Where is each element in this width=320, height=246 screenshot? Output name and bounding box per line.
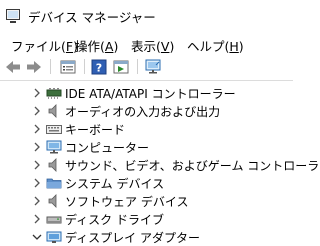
tree-item-disk-drives[interactable]: ディスク ドライブ [0, 210, 293, 228]
ide-controller-icon [46, 88, 62, 99]
help-button[interactable]: ? [89, 57, 109, 77]
tree-item-keyboards[interactable]: キーボード [0, 120, 293, 138]
tree-item-label: ディスク ドライブ [65, 213, 164, 227]
toolbar-divider [0, 80, 293, 81]
toolbar-separator [50, 59, 51, 74]
tree-item-label: キーボード [65, 123, 126, 137]
forward-arrow-icon [27, 61, 41, 73]
properties-icon [60, 60, 76, 74]
tree-item-label: サウンド、ビデオ、およびゲーム コントローラー [65, 159, 320, 173]
menu-view[interactable]: 表示(V) [131, 36, 174, 55]
back-button[interactable] [3, 57, 23, 77]
chevron-right-icon[interactable] [31, 87, 43, 99]
chevron-right-icon[interactable] [31, 141, 43, 153]
menu-file[interactable]: ファイル(F) [11, 36, 78, 55]
tree-item-display-adapters[interactable]: ディスプレイ アダプター [0, 228, 293, 246]
tree-item-label: オーディオの入力および出力 [65, 105, 221, 119]
properties-button[interactable] [58, 57, 78, 77]
window-title: デバイス マネージャー [28, 10, 156, 25]
tree-item-label: IDE ATA/ATAPI コントローラー [65, 87, 236, 101]
chevron-down-icon[interactable] [31, 231, 43, 243]
speaker-icon [48, 104, 57, 118]
tree-item-label: ディスプレイ アダプター [65, 231, 200, 245]
run-icon [113, 60, 129, 74]
chevron-right-icon[interactable] [31, 159, 43, 171]
chevron-right-icon[interactable] [31, 195, 43, 207]
back-arrow-icon [6, 61, 20, 73]
tree-item-system-devices[interactable]: システム デバイス [0, 174, 293, 192]
keyboard-icon [46, 125, 62, 134]
toolbar-separator [137, 59, 138, 74]
display-adapter-icon [46, 231, 62, 243]
monitor-icon [46, 140, 62, 154]
svg-text:?: ? [96, 62, 102, 75]
forward-button[interactable] [24, 57, 44, 77]
tree-item-audio-inputs-outputs[interactable]: オーディオの入力および出力 [0, 102, 293, 120]
tree-item-sound-video-game-controllers[interactable]: サウンド、ビデオ、およびゲーム コントローラー [0, 156, 320, 174]
tree-item-computer[interactable]: コンピューター [0, 138, 293, 156]
tree-item-label: システム デバイス [65, 177, 165, 191]
menu-help[interactable]: ヘルプ(H) [187, 36, 244, 55]
chevron-right-icon[interactable] [31, 105, 43, 117]
menu-action[interactable]: 操作(A) [75, 36, 118, 55]
tree-item-ide-controllers[interactable]: IDE ATA/ATAPI コントローラー [0, 84, 293, 102]
scan-hardware-icon [145, 59, 161, 74]
run-button[interactable] [111, 57, 131, 77]
toolbar: ? [0, 56, 293, 78]
folder-icon [46, 178, 62, 189]
help-icon: ? [91, 59, 107, 75]
title-bar: デバイス マネージャー [0, 0, 293, 31]
disk-drive-icon [46, 216, 62, 224]
tree-item-software-devices[interactable]: ソフトウェア デバイス [0, 192, 293, 210]
speaker-icon [48, 194, 57, 208]
chevron-right-icon[interactable] [31, 177, 43, 189]
menu-bar: ファイル(F) 操作(A) 表示(V) ヘルプ(H) [0, 32, 293, 54]
chevron-right-icon[interactable] [31, 213, 43, 225]
scan-hardware-button[interactable] [143, 57, 163, 77]
tree-item-label: コンピューター [65, 141, 150, 155]
tree-item-label: ソフトウェア デバイス [65, 195, 189, 209]
speaker-icon [48, 158, 57, 172]
device-manager-icon [6, 9, 20, 23]
toolbar-separator [84, 59, 85, 74]
chevron-right-icon[interactable] [31, 123, 43, 135]
